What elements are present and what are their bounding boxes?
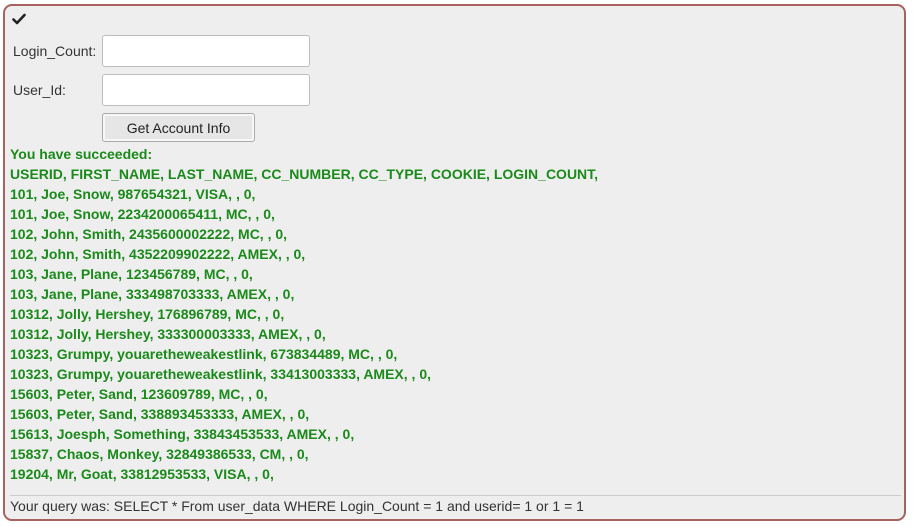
results-header-row: USERID, FIRST_NAME, LAST_NAME, CC_NUMBER… bbox=[10, 166, 599, 182]
result-row: 10323, Grumpy, youaretheweakestlink, 673… bbox=[10, 346, 398, 362]
result-row: 10312, Jolly, Hershey, 176896789, MC, , … bbox=[10, 306, 285, 322]
checkmark-icon bbox=[12, 13, 26, 25]
results-output: You have succeeded: USERID, FIRST_NAME, … bbox=[10, 144, 900, 484]
user-id-label: User_Id: bbox=[13, 82, 66, 98]
result-row: 101, Joe, Snow, 2234200065411, MC, , 0, bbox=[10, 206, 275, 222]
query-echo: Your query was: SELECT * From user_data … bbox=[10, 498, 584, 514]
result-row: 10323, Grumpy, youaretheweakestlink, 334… bbox=[10, 366, 432, 382]
result-row: 102, John, Smith, 2435600002222, MC, , 0… bbox=[10, 226, 288, 242]
user-id-input[interactable] bbox=[102, 74, 310, 106]
result-row: 10312, Jolly, Hershey, 333300003333, AME… bbox=[10, 326, 326, 342]
result-row: 15613, Joesph, Something, 33843453533, A… bbox=[10, 426, 355, 442]
result-row: 15603, Peter, Sand, 338893453333, AMEX, … bbox=[10, 406, 310, 422]
result-row: 101, Joe, Snow, 987654321, VISA, , 0, bbox=[10, 186, 256, 202]
result-row: 102, John, Smith, 4352209902222, AMEX, ,… bbox=[10, 246, 306, 262]
lesson-panel: Login_Count: User_Id: Get Account Info Y… bbox=[3, 4, 906, 521]
result-row: 15603, Peter, Sand, 123609789, MC, , 0, bbox=[10, 386, 268, 402]
result-row: 103, Jane, Plane, 123456789, MC, , 0, bbox=[10, 266, 253, 282]
login-count-label: Login_Count: bbox=[13, 43, 97, 59]
result-row: 103, Jane, Plane, 333498703333, AMEX, , … bbox=[10, 286, 295, 302]
result-row: 15837, Chaos, Monkey, 32849386533, CM, ,… bbox=[10, 446, 309, 462]
get-account-info-button[interactable]: Get Account Info bbox=[102, 113, 255, 142]
login-count-input[interactable] bbox=[102, 35, 310, 67]
query-divider bbox=[10, 495, 901, 496]
result-row: 19204, Mr, Goat, 33812953533, VISA, , 0, bbox=[10, 466, 274, 482]
success-message: You have succeeded: bbox=[10, 146, 153, 162]
